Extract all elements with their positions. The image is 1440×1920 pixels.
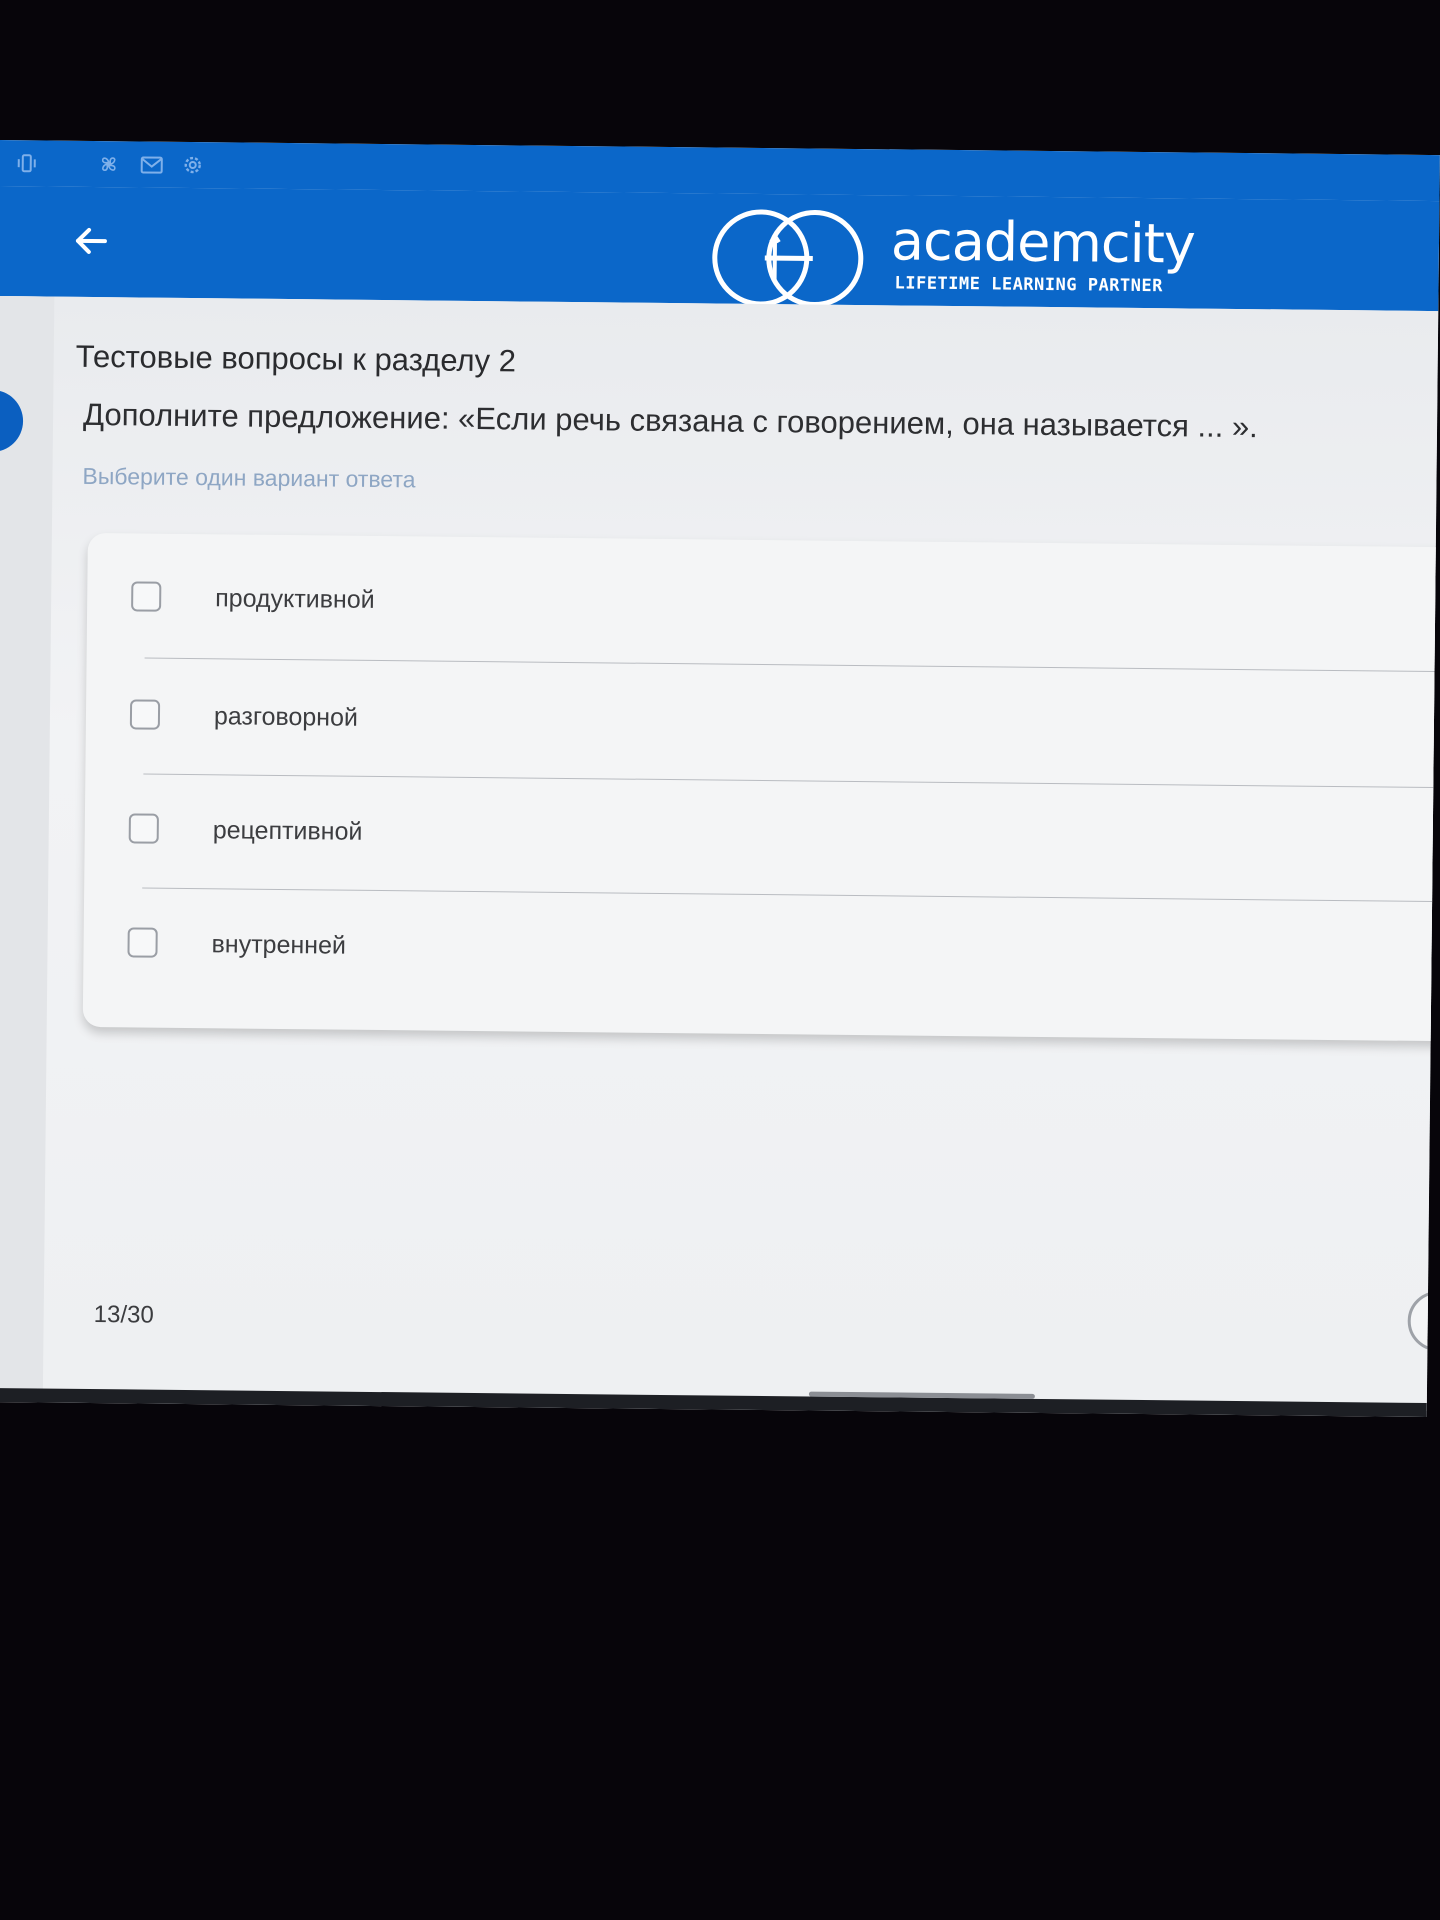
answer-options-card: продуктивной разговорной рецептивной вну… <box>82 532 1440 1042</box>
answer-option-3[interactable]: рецептивной <box>84 767 1440 898</box>
answer-checkbox[interactable] <box>128 813 159 844</box>
app-bar: academcity LIFETIME LEARNING PARTNER <box>0 185 1440 312</box>
answer-option-2[interactable]: разговорной <box>85 651 1439 782</box>
back-button[interactable] <box>65 215 118 268</box>
section-title: Тестовые вопросы к разделу 2 <box>75 338 517 379</box>
fan-icon <box>98 153 120 175</box>
progress-counter: 13/30 <box>93 1301 154 1329</box>
answer-option-1[interactable]: продуктивной <box>87 533 1440 664</box>
question-text: Дополните предложение: «Если речь связан… <box>82 396 1258 445</box>
left-rail <box>0 295 55 1397</box>
logo-tagline: LIFETIME LEARNING PARTNER <box>894 273 1164 297</box>
logo-wordmark: academcity <box>890 209 1196 276</box>
photo-frame: academcity LIFETIME LEARNING PARTNER Тес… <box>0 0 1440 1920</box>
gmail-icon <box>140 153 163 175</box>
answer-option-4[interactable]: внутренней <box>83 883 1440 1014</box>
next-button[interactable] <box>1407 1290 1440 1352</box>
academcity-logo: academcity LIFETIME LEARNING PARTNER <box>708 205 1209 310</box>
answer-label: продуктивной <box>215 584 375 614</box>
answer-checkbox[interactable] <box>127 927 158 958</box>
answer-label: внутренней <box>211 930 347 960</box>
answer-checkbox[interactable] <box>129 699 161 730</box>
logo-mark-icon <box>712 209 864 308</box>
tablet-screen: academcity LIFETIME LEARNING PARTNER Тес… <box>0 140 1440 1418</box>
settings-icon <box>182 154 204 176</box>
vibrate-icon <box>16 152 38 174</box>
answer-label: рецептивной <box>212 816 363 846</box>
answer-label: разговорной <box>213 702 359 732</box>
quiz-content: Тестовые вопросы к разделу 2 Дополните п… <box>0 295 1440 1412</box>
answer-hint: Выберите один вариант ответа <box>82 462 416 493</box>
answer-checkbox[interactable] <box>131 581 162 612</box>
arrow-left-icon <box>75 227 107 254</box>
